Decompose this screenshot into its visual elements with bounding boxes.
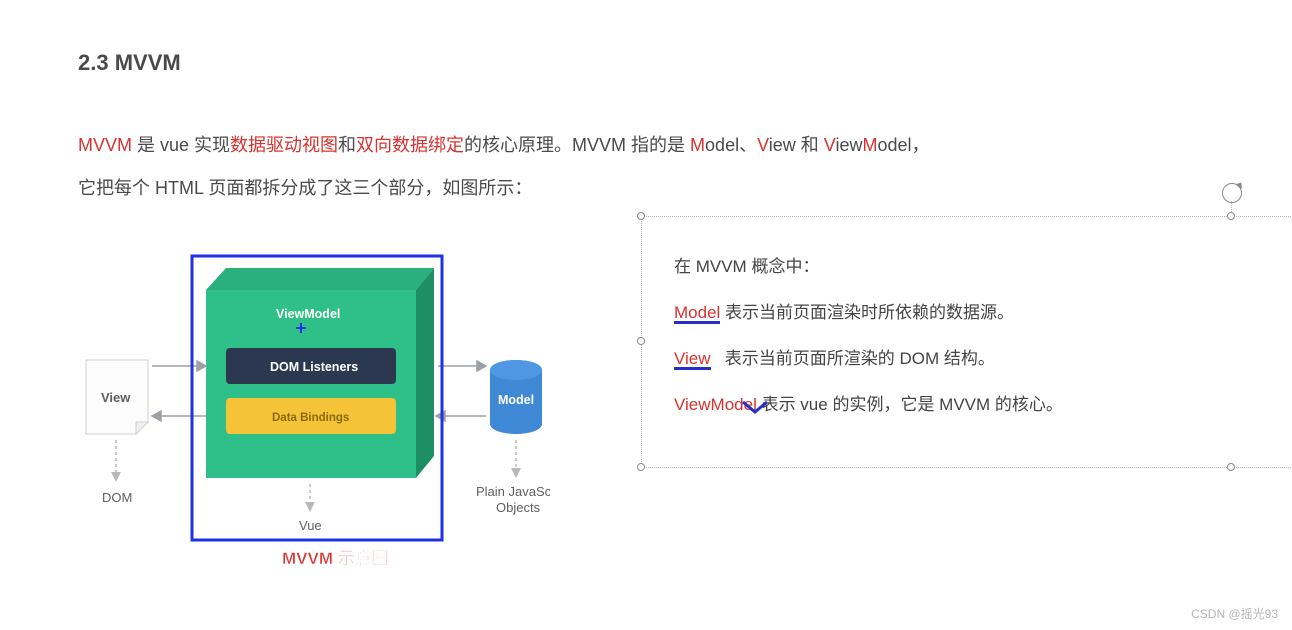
txt-M2: M	[862, 135, 877, 155]
section-heading: 2.3 MVVM	[78, 50, 1214, 76]
pjo-label-2: Objects	[496, 500, 541, 515]
callout-model-key: Model	[674, 304, 720, 324]
txt-mvvm: MVVM	[78, 135, 132, 155]
diagram-caption: MVVM 示意图	[282, 544, 389, 569]
view-label: View	[101, 390, 131, 405]
viewmodel-label: ViewModel	[276, 307, 340, 321]
callout-head: 在 MVVM 概念中：	[674, 244, 1063, 290]
pjo-label-1: Plain JavaScript	[476, 484, 550, 499]
viewmodel-cube: ViewModel DOM Listeners Data Bindings	[206, 268, 434, 478]
callout-box[interactable]: 在 MVVM 概念中： Model 表示当前页面渲染时所依赖的数据源。 View…	[568, 216, 1214, 516]
dom-listeners-label: DOM Listeners	[270, 360, 358, 374]
txt-M: M	[690, 135, 705, 155]
txt-line2: 它把每个 HTML 页面都拆分成了这三个部分，如图所示：	[78, 178, 532, 198]
model-label: Model	[498, 393, 534, 407]
sel-handle-tl[interactable]	[637, 212, 645, 220]
txt: iew	[835, 135, 862, 155]
vue-label: Vue	[299, 518, 322, 533]
dom-arrow: DOM	[102, 440, 132, 505]
data-bindings-label: Data Bindings	[272, 412, 349, 424]
rotate-handle-icon[interactable]	[1222, 183, 1242, 203]
callout-vm-key1: View	[674, 395, 711, 414]
txt: 表示当前页面渲染时所依赖的数据源。	[720, 303, 1014, 322]
txt: 表示 vue 的实例，它是 MVVM 的核心。	[757, 395, 1063, 414]
callout-view-key: View	[674, 350, 711, 370]
txt-ddv: 数据驱动视图	[230, 135, 338, 155]
pjo-arrow: Plain JavaScript Objects	[476, 440, 550, 515]
sel-handle-bl[interactable]	[637, 463, 645, 471]
intro-paragraph: MVVM 是 vue 实现数据驱动视图和双向数据绑定的核心原理。MVVM 指的是…	[78, 124, 1214, 210]
txt-V2: V	[824, 135, 836, 155]
sel-handle-ml[interactable]	[637, 337, 645, 345]
txt: odel、	[705, 135, 757, 155]
mvvm-diagram: View DOM ViewModel	[78, 216, 550, 556]
txt: 是 vue 实现	[132, 135, 230, 155]
callout-viewmodel: ViewModel 表示 vue 的实例，它是 MVVM 的核心。	[674, 382, 1063, 428]
sel-handle-bc[interactable]	[1227, 463, 1235, 471]
arrows-left	[152, 361, 206, 421]
txt-twoway: 双向数据绑定	[356, 135, 464, 155]
vue-arrow: Vue	[299, 484, 322, 533]
dom-label: DOM	[102, 490, 132, 505]
txt: odel，	[877, 135, 929, 155]
model-cylinder: Model	[490, 360, 542, 434]
txt: iew 和	[769, 135, 824, 155]
callout-model: Model 表示当前页面渲染时所依赖的数据源。	[674, 290, 1063, 336]
txt: 和	[338, 135, 356, 155]
callout-view: View 表示当前页面所渲染的 DOM 结构。	[674, 336, 1063, 382]
callout-vm-key2: Model	[711, 382, 757, 428]
txt-V: V	[757, 135, 769, 155]
view-sheet: View	[86, 360, 148, 434]
rotate-stem	[1231, 201, 1232, 216]
txt: 表示当前页面所渲染的 DOM 结构。	[711, 349, 995, 368]
txt: 的核心原理。MVVM 指的是	[464, 135, 690, 155]
watermark: CSDN @摇光93	[1191, 605, 1278, 622]
